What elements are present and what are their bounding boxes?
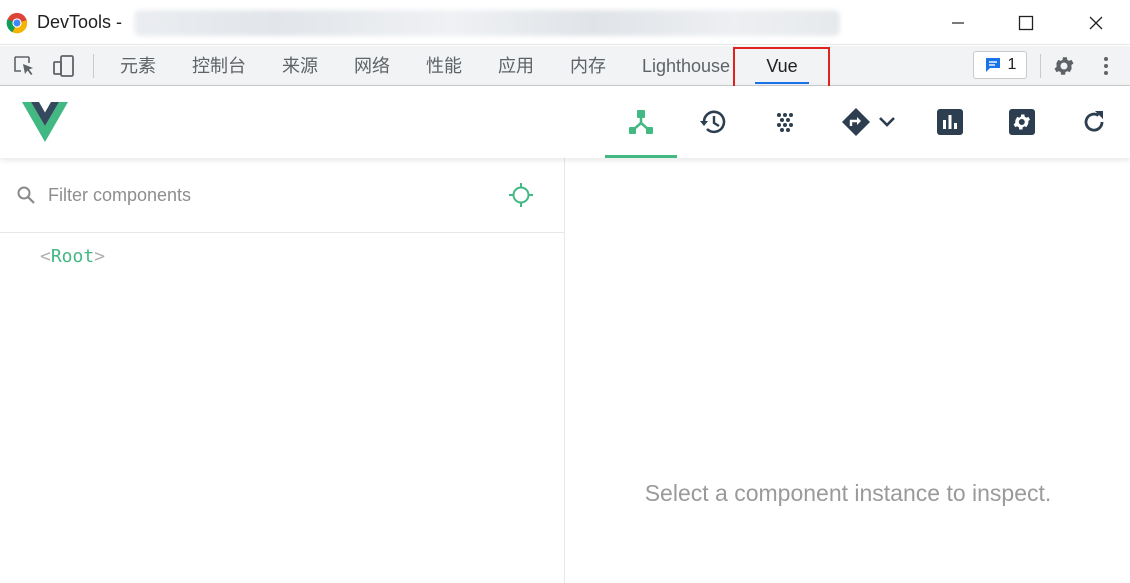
maximize-icon [1018,15,1034,31]
tab-lighthouse[interactable]: Lighthouse [634,46,738,86]
device-toolbar-button[interactable] [52,54,76,78]
performance-dots-icon [777,113,793,132]
gear-icon [1054,57,1074,75]
inspector-empty-message: Select a component instance to inspect. [644,480,1052,506]
timeline-tool[interactable] [677,86,749,158]
refresh-icon [1084,111,1104,132]
minimize-button[interactable] [942,8,974,38]
filter-bar [0,158,565,233]
component-name: Root [50,246,95,267]
components-tree-panel: <Root> [0,158,565,583]
close-button[interactable] [1080,8,1112,38]
select-component-target-icon[interactable] [508,182,534,208]
inspector-panel: Select a component instance to inspect. [566,158,1130,583]
maximize-button[interactable] [1010,8,1042,38]
devtools-tabbar: 元素 控制台 来源 网络 性能 应用 内存 Lighthouse Vue [0,46,1130,86]
window-title: DevTools - [37,12,123,32]
refresh-tool[interactable] [1058,86,1130,158]
window-titlebar: DevTools - [0,0,1130,45]
timeline-history-icon [700,110,726,134]
device-mode-icon [53,55,74,77]
inspect-cursor-icon [14,56,33,75]
chrome-logo-icon [6,12,28,34]
tab-console[interactable]: 控制台 [180,46,258,86]
vue-logo-icon [22,102,68,142]
close-icon [1089,16,1103,30]
toolbar-divider [93,54,94,78]
vue-settings-tool[interactable] [986,86,1058,158]
vuex-chart-icon [937,109,963,135]
tag-close-bracket: > [94,246,106,267]
tag-open-bracket: < [40,246,51,267]
issues-count: 1 [1007,56,1017,73]
minimize-icon [952,22,964,24]
routing-icon [842,108,870,136]
chevron-down-icon [879,117,895,127]
vuex-tool[interactable] [914,86,986,158]
search-icon [17,186,35,204]
blurred-url [134,10,840,36]
more-options-button[interactable] [1094,54,1118,78]
settings-button[interactable] [1052,54,1076,78]
vue-toolbar [0,86,1130,158]
tab-elements[interactable]: 元素 [106,46,170,86]
components-icon [629,110,653,134]
inspect-element-button[interactable] [12,54,36,78]
routing-tool[interactable] [836,86,902,158]
toolbar-divider [1040,54,1041,78]
filter-components-input[interactable] [48,180,468,210]
tree-node-root[interactable]: <Root> [40,246,105,267]
vertical-dots-icon [1104,57,1108,75]
message-icon [985,58,1000,72]
tab-network[interactable]: 网络 [340,46,404,86]
performance-tool[interactable] [749,86,821,158]
tab-performance[interactable]: 性能 [412,46,476,86]
tab-sources[interactable]: 来源 [268,46,332,86]
issues-counter[interactable]: 1 [973,51,1027,79]
tab-memory[interactable]: 内存 [556,46,620,86]
tab-application[interactable]: 应用 [484,46,548,86]
components-tool[interactable] [605,86,677,158]
settings-icon [1009,109,1035,135]
